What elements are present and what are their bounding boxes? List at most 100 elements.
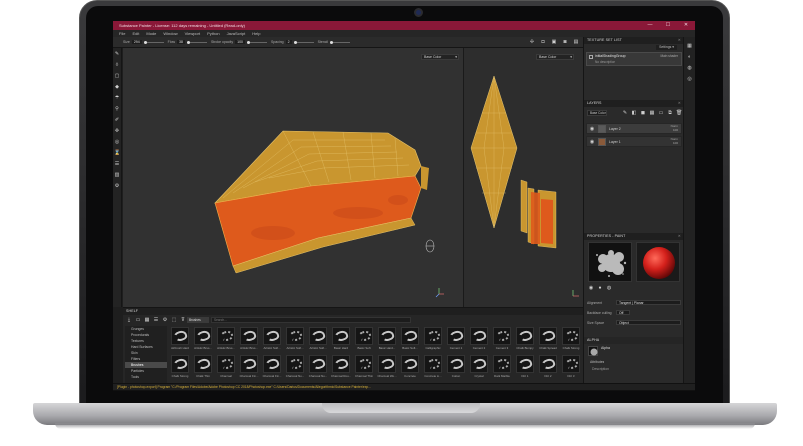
brush-preset-thumbnail[interactable] [539,355,557,373]
brush-preset-thumbnail[interactable] [171,327,189,345]
delete-layer-icon[interactable]: 🗑 [676,110,682,116]
render-icon[interactable]: ▤ [573,39,579,45]
brush-preset-thumbnail[interactable] [424,355,442,373]
menu-window[interactable]: Window [163,31,177,36]
brush-preset-thumbnail[interactable] [240,327,258,345]
visibility-eye-icon[interactable]: ◉ [589,126,595,132]
brush-preset-thumbnail[interactable] [194,355,212,373]
minimize-button[interactable]: — [641,21,659,30]
visibility-eye-icon[interactable]: ◉ [589,139,595,145]
brush-preset-thumbnail[interactable] [286,327,304,345]
pin-icon[interactable]: ⬚ [171,317,177,323]
viewport-3d-channel-select[interactable]: Base Color [421,54,459,60]
layer-row[interactable]: ◉ Layer 2 Norm 100 [586,123,682,134]
display-settings-icon[interactable]: ▣ [551,39,557,45]
brush-preset-thumbnail[interactable] [447,327,465,345]
symmetry-icon[interactable]: ✢ [529,39,535,45]
brush-preset-thumbnail[interactable] [240,355,258,373]
brush-preset-thumbnail[interactable] [516,327,534,345]
close-button[interactable]: ✕ [677,21,695,30]
layer-blend[interactable]: Norm 100 [671,124,681,132]
brush-preset-thumbnail[interactable] [355,327,373,345]
stroke-opacity-slider[interactable] [246,40,267,44]
close-panel-icon[interactable]: ✕ [678,37,681,44]
maximize-button[interactable]: ☐ [659,21,677,30]
texture-settings-button[interactable]: Settings ▾ [656,45,677,50]
viewport-2d-channel-select[interactable]: Base Color [536,54,574,60]
size-space-select[interactable]: Object [616,320,681,325]
layer-blend[interactable]: Norm 100 [671,137,681,145]
bake-icon[interactable]: ◎ [114,139,120,145]
viewport-2d[interactable]: Base Color [463,48,583,307]
screenshot-icon[interactable]: ◙ [562,39,568,45]
menu-mode[interactable]: Mode [146,31,156,36]
brush-preset-thumbnail[interactable] [539,327,557,345]
menu-edit[interactable]: Edit [132,31,139,36]
brush-preset-thumbnail[interactable] [194,327,212,345]
brush-preset-thumbnail[interactable] [378,355,396,373]
menu-python[interactable]: Python [207,31,219,36]
close-panel-icon[interactable]: ✕ [678,100,681,107]
brush-preset-thumbnail[interactable] [401,355,419,373]
shader-settings-icon[interactable]: ◍ [687,65,693,71]
material-sphere-preview[interactable] [636,242,680,282]
size-value[interactable]: 294 [131,40,142,44]
backface-culling-toggle[interactable]: Off [616,310,630,315]
brush-alpha-preview[interactable] [588,242,632,282]
add-effect-icon[interactable]: ✎ [622,110,628,116]
brush-preset-thumbnail[interactable] [332,355,350,373]
flow-value[interactable]: 38 [177,40,185,44]
layer-row[interactable]: ◉ Layer 1 Norm 100 [586,136,682,147]
stencil-param[interactable]: Stencil [318,40,351,44]
material-mode-icon[interactable]: ● [597,285,603,291]
history-icon[interactable]: ⌛ [114,150,120,156]
color-picker-icon[interactable]: ✐ [114,117,120,123]
layer-opacity[interactable]: 100 [673,141,678,145]
menu-javascript[interactable]: JavaScript [227,31,246,36]
size-param[interactable]: Size 294 [123,40,164,44]
display-settings-icon[interactable]: ◐ [687,54,693,60]
brushes-filter-tag[interactable]: Brushes [187,317,209,323]
stroke-opacity-value[interactable]: 100 [235,40,245,44]
polygon-fill-icon[interactable]: ◆ [114,84,120,90]
add-mask-icon[interactable]: ◧ [631,110,637,116]
brush-preset-thumbnail[interactable] [332,327,350,345]
viewer-settings-icon[interactable]: ◎ [687,76,693,82]
add-folder-icon[interactable]: ▭ [658,110,664,116]
menu-viewport[interactable]: Viewport [185,31,201,36]
camera-icon[interactable]: ◘ [540,39,546,45]
brush-preset-thumbnail[interactable] [263,355,281,373]
paint-brush-icon[interactable]: ✎ [114,51,120,57]
brush-preset-thumbnail[interactable] [217,327,235,345]
log-icon[interactable]: ▥ [114,172,120,178]
brush-preset-thumbnail[interactable] [401,327,419,345]
smudge-icon[interactable]: ☂ [114,95,120,101]
brush-preset-thumbnail[interactable] [286,355,304,373]
color-channel-icon[interactable]: ◉ [588,285,594,291]
shelf-search-input[interactable]: Search... [211,317,411,323]
alignment-select[interactable]: Tangent | Planar [616,300,681,305]
flow-param[interactable]: Flow 38 [168,40,207,44]
flow-slider[interactable] [186,40,207,44]
brush-preset-thumbnail[interactable] [562,327,580,345]
shelf-category-tools[interactable]: Tools [125,374,167,380]
display-icon[interactable]: ☰ [114,161,120,167]
close-panel-icon[interactable]: ✕ [678,233,681,240]
settings-icon[interactable]: ⚙ [114,183,120,189]
alpha-section-header[interactable]: ALPHA [584,337,684,344]
brush-preset-thumbnail[interactable] [309,327,327,345]
duplicate-layer-icon[interactable]: ⧉ [667,110,673,116]
menu-help[interactable]: Help [252,31,260,36]
list-view-icon[interactable]: ☰ [153,317,159,323]
add-fill-layer-icon[interactable]: ◼ [640,110,646,116]
new-folder-icon[interactable]: ▭ [135,317,141,323]
visibility-checkbox[interactable] [589,55,593,59]
brush-preset-thumbnail[interactable] [493,327,511,345]
material-picker-icon[interactable]: ✜ [114,128,120,134]
grid-view-icon[interactable]: ▦ [144,317,150,323]
attributes-label[interactable]: Attributes [590,360,604,365]
texture-set-item[interactable]: initialShadingGroup Main shader No descr… [586,52,682,66]
filter-icon[interactable]: ⊽ [180,317,186,323]
brush-preset-thumbnail[interactable] [171,355,189,373]
brush-preset-thumbnail[interactable] [378,327,396,345]
